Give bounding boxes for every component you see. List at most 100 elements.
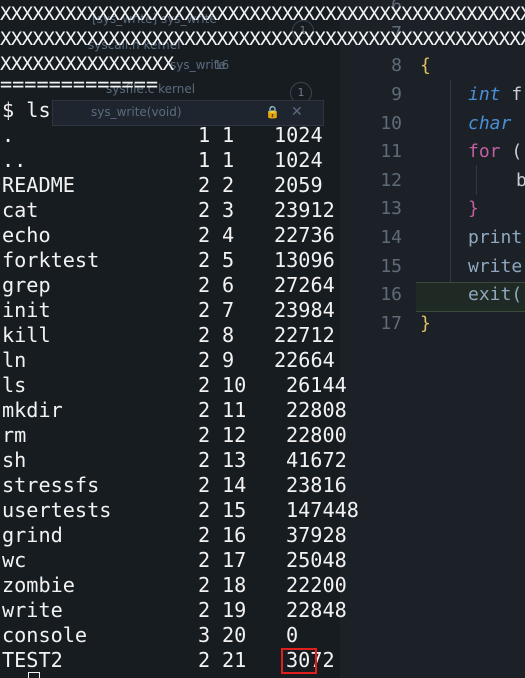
file-type: 2	[198, 198, 211, 222]
file-type: 2	[198, 273, 211, 297]
file-name: wc	[2, 548, 27, 572]
ls-row: grep 2 6 27264	[2, 273, 342, 298]
ls-row: .. 1 1 1024	[2, 148, 342, 173]
ls-row: sh 2 13 41672	[2, 448, 347, 473]
file-size: 26144	[286, 373, 347, 397]
terminal-separator: =============	[0, 72, 159, 96]
file-size: 23984	[274, 298, 335, 322]
file-inode: 8	[222, 323, 235, 347]
file-name: zombie	[2, 573, 75, 597]
file-size: 25048	[286, 548, 347, 572]
file-inode: 9	[222, 348, 235, 372]
terminal-cursor	[28, 672, 40, 678]
file-name: write	[2, 598, 63, 622]
file-type: 2	[198, 223, 211, 247]
file-inode: 16	[222, 523, 247, 547]
file-name: grind	[2, 523, 63, 547]
file-size: 22808	[286, 398, 347, 422]
file-inode: 6	[222, 273, 235, 297]
file-type: 2	[198, 348, 211, 372]
file-size: 22664	[274, 348, 335, 372]
file-name: .	[2, 123, 15, 147]
file-inode: 18	[222, 573, 247, 597]
ls-row: forktest 2 5 13096	[2, 248, 342, 273]
file-type: 1	[198, 123, 211, 147]
file-inode: 13	[222, 448, 247, 472]
file-type: 2	[198, 598, 211, 622]
file-inode: 5	[222, 248, 235, 272]
file-name: console	[2, 623, 88, 647]
file-type: 2	[198, 173, 211, 197]
file-size: 1024	[274, 123, 323, 147]
file-name: ls	[2, 373, 27, 397]
ls-row: rm 2 12 22800	[2, 423, 347, 448]
file-inode: 1	[222, 148, 235, 172]
file-name: README	[2, 173, 75, 197]
ls-row: zombie 2 18 22200	[2, 573, 347, 598]
file-type: 2	[198, 548, 211, 572]
file-inode: 10	[222, 373, 247, 397]
terminal-prompt: $ ls	[2, 98, 51, 122]
ls-row: grind 2 16 37928	[2, 523, 347, 548]
file-type: 2	[198, 473, 211, 497]
file-type: 2	[198, 373, 211, 397]
file-inode: 15	[222, 498, 247, 522]
ls-row: write 2 19 22848	[2, 598, 347, 623]
ls-row: echo 2 4 22736	[2, 223, 342, 248]
file-size: 23816	[286, 473, 347, 497]
file-inode: 7	[222, 298, 235, 322]
ls-row: console 3 20 0	[2, 623, 342, 648]
file-size: 22200	[286, 573, 347, 597]
file-type: 2	[198, 323, 211, 347]
file-type: 1	[198, 148, 211, 172]
file-name: cat	[2, 198, 39, 222]
ls-row: usertests 2 15 147448	[2, 498, 359, 523]
terminal[interactable]: XXXXXXXXXXXXXXXXXXXXXXXXXXXXXXXXXXXXXXXX…	[0, 0, 525, 678]
file-type: 2	[198, 248, 211, 272]
highlight-box	[281, 648, 317, 674]
file-inode: 3	[222, 198, 235, 222]
file-inode: 17	[222, 548, 247, 572]
file-name: forktest	[2, 248, 100, 272]
ls-row: cat 2 3 23912	[2, 198, 342, 223]
ls-row: wc 2 17 25048	[2, 548, 347, 573]
file-inode: 21	[222, 648, 247, 672]
ls-row: mkdir 2 11 22808	[2, 398, 347, 423]
file-size: 2059	[274, 173, 323, 197]
ls-row: README 2 2 2059	[2, 173, 342, 198]
file-inode: 2	[222, 173, 235, 197]
file-name: sh	[2, 448, 27, 472]
file-inode: 11	[222, 398, 247, 422]
file-type: 2	[198, 398, 211, 422]
file-size: 1024	[274, 148, 323, 172]
file-size: 22800	[286, 423, 347, 447]
file-type: 2	[198, 423, 211, 447]
file-type: 2	[198, 573, 211, 597]
file-name: echo	[2, 223, 51, 247]
file-size: 147448	[286, 498, 359, 522]
file-size: 13096	[274, 248, 335, 272]
file-inode: 19	[222, 598, 247, 622]
file-size: 0	[286, 623, 299, 647]
file-type: 2	[198, 298, 211, 322]
file-name: ..	[2, 148, 27, 172]
file-type: 2	[198, 523, 211, 547]
file-type: 2	[198, 648, 211, 672]
ls-row: stressfs 2 14 23816	[2, 473, 347, 498]
file-size: 22712	[274, 323, 335, 347]
file-type: 3	[198, 623, 211, 647]
file-size: 22848	[286, 598, 347, 622]
file-type: 2	[198, 448, 211, 472]
file-size: 41672	[286, 448, 347, 472]
file-name: kill	[2, 323, 51, 347]
file-name: mkdir	[2, 398, 63, 422]
ls-row: . 1 1 1024	[2, 123, 342, 148]
file-size: 22736	[274, 223, 335, 247]
file-inode: 12	[222, 423, 247, 447]
file-inode: 14	[222, 473, 247, 497]
file-name: ln	[2, 348, 27, 372]
file-inode: 4	[222, 223, 235, 247]
terminal-output-line: XXXXXXXXXXXXXXXXXXXXXXXXXXXXXXXXXXXXXXXX…	[0, 3, 525, 25]
ls-row: ls 2 10 26144	[2, 373, 347, 398]
screen: 6 7 8 9 10 11 12 13 14 15 16 17 { int f …	[0, 0, 525, 678]
